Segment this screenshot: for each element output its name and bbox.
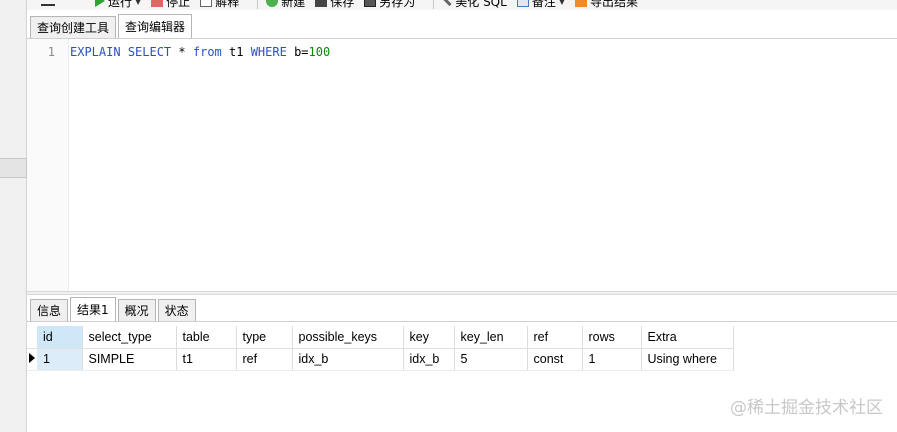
note-icon bbox=[516, 0, 529, 7]
table-row[interactable]: 1 SIMPLE t1 ref idx_b idx_b 5 const 1 Us… bbox=[27, 348, 734, 371]
cell-rows[interactable]: 1 bbox=[582, 348, 642, 371]
watermark: @稀土掘金技术社区 bbox=[730, 398, 883, 418]
wand-icon bbox=[442, 0, 452, 6]
tab-query-editor[interactable]: 查询编辑器 bbox=[118, 14, 193, 38]
cell-table[interactable]: t1 bbox=[176, 348, 237, 371]
save-label: 保存 bbox=[330, 0, 355, 9]
tab-query-builder[interactable]: 查询创建工具 bbox=[30, 16, 117, 38]
column-header-possible-keys[interactable]: possible_keys bbox=[292, 326, 404, 349]
run-label: 运行 bbox=[108, 0, 133, 9]
stop-button[interactable]: 停止 bbox=[151, 0, 190, 10]
code-line[interactable]: EXPLAIN SELECT * from t1 WHERE b=100 bbox=[70, 45, 330, 59]
column-header-ref[interactable]: ref bbox=[527, 326, 583, 349]
new-label: 新建 bbox=[281, 0, 306, 9]
column-header-select-type[interactable]: select_type bbox=[82, 326, 177, 349]
save-icon bbox=[315, 0, 328, 7]
beautify-label: 美化 SQL bbox=[455, 0, 507, 9]
explain-label: 解释 bbox=[215, 0, 240, 9]
tab-status[interactable]: 状态 bbox=[157, 299, 196, 321]
column-header-key-len[interactable]: key_len bbox=[454, 326, 528, 349]
row-marker-header bbox=[27, 326, 37, 349]
keyword-from: from bbox=[192, 45, 222, 59]
run-button[interactable]: 运行 ▼ bbox=[95, 0, 141, 10]
keyword-where: WHERE bbox=[250, 45, 287, 59]
hamburger-icon bbox=[41, 0, 55, 6]
explain-button[interactable]: 解释 bbox=[200, 0, 239, 10]
cell-key-len[interactable]: 5 bbox=[454, 348, 528, 371]
note-button[interactable]: 备注 ▼ bbox=[516, 0, 565, 10]
row-marker bbox=[27, 348, 37, 371]
toolbar: 运行 ▼ 停止 解释 新建 保存 另存为 美化 SQL 备注 ▼ 导出结果 bbox=[27, 0, 897, 10]
explain-icon bbox=[200, 0, 213, 7]
keyword-select: SELECT bbox=[127, 45, 172, 59]
column-header-type[interactable]: type bbox=[236, 326, 293, 349]
column-header-id[interactable]: id bbox=[37, 326, 83, 349]
play-icon bbox=[95, 0, 105, 7]
saveas-label: 另存为 bbox=[379, 0, 416, 9]
line-number: 1 bbox=[47, 45, 55, 59]
tab-result1[interactable]: 结果1 bbox=[70, 297, 116, 321]
save-as-icon bbox=[364, 0, 377, 7]
toolbar-separator bbox=[257, 0, 259, 9]
column-header-rows[interactable]: rows bbox=[582, 326, 642, 349]
sql-editor[interactable]: 1 EXPLAIN SELECT * from t1 WHERE b=100 bbox=[27, 39, 897, 291]
editor-tab-bar: 查询创建工具 查询编辑器 bbox=[30, 14, 194, 38]
cell-id[interactable]: 1 bbox=[37, 348, 83, 371]
token-star: * bbox=[178, 45, 186, 59]
cell-key[interactable]: idx_b bbox=[403, 348, 455, 371]
stop-icon bbox=[151, 0, 164, 7]
menu-button[interactable] bbox=[41, 0, 55, 6]
line-gutter: 1 bbox=[27, 39, 69, 291]
cell-select-type[interactable]: SIMPLE bbox=[82, 348, 177, 371]
beautify-button[interactable]: 美化 SQL bbox=[442, 0, 507, 10]
left-panel-strip bbox=[0, 0, 27, 432]
cell-type[interactable]: ref bbox=[236, 348, 293, 371]
export-label: 导出结果 bbox=[590, 0, 639, 9]
chevron-down-icon[interactable]: ▼ bbox=[135, 0, 141, 6]
tab-profile[interactable]: 概况 bbox=[117, 299, 156, 321]
new-button[interactable]: 新建 bbox=[266, 0, 305, 10]
result-tab-bar: 信息 结果1 概况 状态 bbox=[30, 297, 198, 321]
pane-splitter[interactable] bbox=[27, 291, 897, 295]
left-panel-tab[interactable] bbox=[0, 158, 27, 178]
result-table: id select_type table type possible_keys … bbox=[27, 326, 734, 371]
current-row-arrow-icon bbox=[29, 353, 35, 363]
stop-label: 停止 bbox=[166, 0, 191, 9]
column-header-extra[interactable]: Extra bbox=[641, 326, 734, 349]
export-arrow-icon bbox=[575, 0, 587, 7]
tab-info[interactable]: 信息 bbox=[30, 299, 69, 321]
cell-extra[interactable]: Using where bbox=[641, 348, 734, 371]
token-table: t1 bbox=[229, 45, 244, 59]
token-column: b= bbox=[294, 45, 309, 59]
plus-icon bbox=[266, 0, 279, 7]
token-number: 100 bbox=[308, 45, 331, 59]
cell-ref[interactable]: const bbox=[527, 348, 583, 371]
chevron-down-icon[interactable]: ▼ bbox=[559, 0, 565, 6]
column-header-key[interactable]: key bbox=[403, 326, 455, 349]
cell-possible-keys[interactable]: idx_b bbox=[292, 348, 404, 371]
column-header-table[interactable]: table bbox=[176, 326, 237, 349]
export-button[interactable]: 导出结果 bbox=[575, 0, 638, 10]
keyword-explain: EXPLAIN bbox=[70, 45, 121, 59]
saveas-button[interactable]: 另存为 bbox=[364, 0, 415, 10]
header-row: id select_type table type possible_keys … bbox=[27, 326, 734, 349]
navicat-query-window: 运行 ▼ 停止 解释 新建 保存 另存为 美化 SQL 备注 ▼ 导出结果 查询创建… bbox=[0, 0, 897, 432]
save-button[interactable]: 保存 bbox=[315, 0, 354, 10]
note-label: 备注 bbox=[531, 0, 556, 9]
toolbar-separator bbox=[433, 0, 435, 9]
